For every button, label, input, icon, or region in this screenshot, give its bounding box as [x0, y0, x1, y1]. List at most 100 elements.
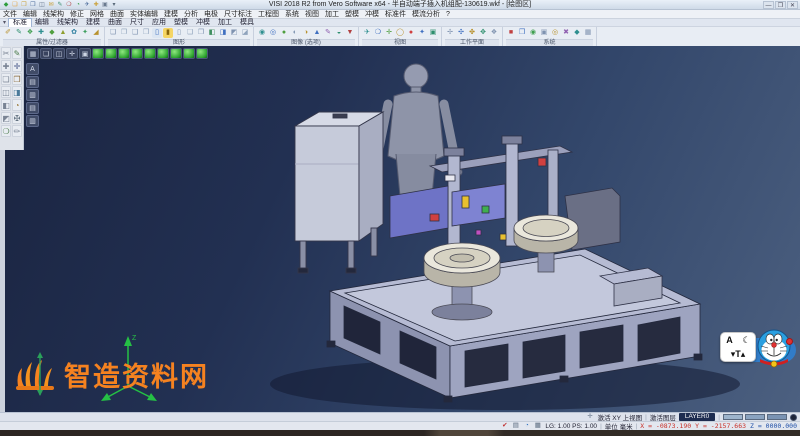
menu-item[interactable]: 标准件: [382, 10, 409, 19]
quick-access-icon[interactable]: ✚: [92, 1, 100, 9]
ribbon-icon[interactable]: ✣: [456, 28, 466, 38]
quick-access-icon[interactable]: ◫: [38, 1, 46, 9]
viewport-side-button[interactable]: A: [26, 63, 39, 75]
menu-item[interactable]: 工程图: [255, 10, 282, 19]
view-orientation-button[interactable]: ✛: [66, 48, 78, 59]
ribbon-tab[interactable]: 编辑: [31, 19, 53, 27]
ribbon-icon[interactable]: ▦: [583, 28, 593, 38]
ribbon-icon[interactable]: ✖: [561, 28, 571, 38]
quick-access-icon[interactable]: ❍: [65, 1, 73, 9]
ribbon-icon[interactable]: ◒: [334, 28, 344, 38]
left-toolbar-icon[interactable]: ✎: [12, 47, 22, 59]
menu-item[interactable]: 文件: [0, 10, 20, 19]
ribbon-icon[interactable]: ❖: [25, 28, 35, 38]
menu-item[interactable]: 建模: [161, 10, 181, 19]
quick-access-icon[interactable]: ✉: [47, 1, 55, 9]
left-toolbar-icon[interactable]: ❍: [1, 125, 11, 137]
window-control-button[interactable]: ❐: [775, 1, 786, 9]
left-toolbar-icon[interactable]: ❏: [1, 73, 11, 85]
active-layer-badge[interactable]: LAYER0: [679, 413, 715, 421]
ribbon-icon[interactable]: ❏: [108, 28, 118, 38]
ribbon-icon[interactable]: ✎: [323, 28, 333, 38]
view-orientation-button[interactable]: ❏: [40, 48, 52, 59]
quick-access-icon[interactable]: ❐: [20, 1, 28, 9]
view-orientation-button[interactable]: [118, 48, 130, 59]
view-orientation-button[interactable]: ◫: [53, 48, 65, 59]
ribbon-tab[interactable]: 塑模: [170, 19, 192, 27]
menu-item[interactable]: 视图: [302, 10, 322, 19]
ribbon-icon[interactable]: ◩: [229, 28, 239, 38]
ribbon-tab[interactable]: 标准: [9, 19, 31, 27]
left-toolbar-icon[interactable]: ◩: [1, 112, 11, 124]
render-mode-icon[interactable]: [790, 414, 797, 421]
view-orientation-button[interactable]: [196, 48, 208, 59]
menu-item[interactable]: 电极: [201, 10, 221, 19]
quick-access-icon[interactable]: ❒: [29, 1, 37, 9]
menu-item[interactable]: 线架构: [40, 10, 67, 19]
menu-item[interactable]: 尺寸标注: [221, 10, 255, 19]
ribbon-icon[interactable]: ▯: [152, 28, 162, 38]
ribbon-icon[interactable]: ◐: [290, 28, 300, 38]
ribbon-tab[interactable]: 线架构: [53, 19, 82, 27]
quick-access-icon[interactable]: ◆: [2, 1, 10, 9]
ribbon-icon[interactable]: ❑: [130, 28, 140, 38]
menu-item[interactable]: 系统: [282, 10, 302, 19]
ribbon-icon[interactable]: ●: [279, 28, 289, 38]
viewport-side-button[interactable]: ▥: [26, 115, 39, 127]
viewport-side-button[interactable]: ▤: [26, 76, 39, 88]
3d-viewport[interactable]: Z ▦❏◫✛▣ A▤▥▤▥ 智造资料网: [0, 46, 800, 412]
ribbon-tab[interactable]: 冲模: [192, 19, 214, 27]
left-toolbar-icon[interactable]: ✏: [12, 125, 22, 137]
ribbon-icon[interactable]: ❖: [489, 28, 499, 38]
ribbon-icon[interactable]: ✐: [3, 28, 13, 38]
view-orientation-button[interactable]: [92, 48, 104, 59]
ribbon-icon[interactable]: ✢: [445, 28, 455, 38]
ribbon-icon[interactable]: ◨: [218, 28, 228, 38]
quick-access-icon[interactable]: ▣: [101, 1, 109, 9]
ribbon-icon[interactable]: ◪: [240, 28, 250, 38]
ribbon-icon[interactable]: ▯: [174, 28, 184, 38]
view-orientation-button[interactable]: [144, 48, 156, 59]
status-icon[interactable]: ✔: [500, 422, 509, 430]
menu-item[interactable]: ?: [443, 10, 453, 19]
menu-item[interactable]: 编辑: [20, 10, 40, 19]
viewport-side-button[interactable]: ▤: [26, 102, 39, 114]
viewport-side-button[interactable]: ▥: [26, 89, 39, 101]
menu-item[interactable]: 加工: [322, 10, 342, 19]
ribbon-icon[interactable]: ❐: [119, 28, 129, 38]
left-toolbar-icon[interactable]: ◫: [1, 86, 11, 98]
chevron-down-icon[interactable]: ▾: [0, 19, 9, 26]
ribbon-icon[interactable]: ▼: [345, 28, 355, 38]
ribbon-icon[interactable]: ✤: [467, 28, 477, 38]
ribbon-icon[interactable]: ◯: [395, 28, 405, 38]
left-toolbar-icon[interactable]: ✠: [12, 112, 22, 124]
ime-status-dot[interactable]: [786, 338, 793, 345]
ribbon-icon[interactable]: ▣: [428, 28, 438, 38]
view-orientation-button[interactable]: [131, 48, 143, 59]
ribbon-icon[interactable]: ✈: [362, 28, 372, 38]
menu-item[interactable]: 分析: [181, 10, 201, 19]
left-toolbar-icon[interactable]: ✂: [1, 47, 11, 59]
left-toolbar-icon[interactable]: ❒: [12, 73, 22, 85]
window-control-button[interactable]: —: [763, 1, 774, 9]
window-control-button[interactable]: ✕: [787, 1, 798, 9]
left-toolbar-icon[interactable]: ◨: [12, 86, 22, 98]
quick-access-icon[interactable]: ❏: [11, 1, 19, 9]
menu-item[interactable]: 塑模: [342, 10, 362, 19]
text-size-button[interactable]: ▾T▴: [731, 349, 746, 360]
ribbon-tab[interactable]: 加工: [214, 19, 236, 27]
ribbon-icon[interactable]: ◆: [572, 28, 582, 38]
ribbon-icon[interactable]: ❒: [141, 28, 151, 38]
menu-item[interactable]: 修正: [67, 10, 87, 19]
ribbon-tab[interactable]: 尺寸: [126, 19, 148, 27]
ribbon-icon[interactable]: ❒: [517, 28, 527, 38]
ribbon-icon[interactable]: ✦: [417, 28, 427, 38]
ribbon-icon[interactable]: ◎: [268, 28, 278, 38]
ribbon-icon[interactable]: ◑: [301, 28, 311, 38]
moon-icon[interactable]: ☾: [742, 335, 750, 346]
left-toolbar-icon[interactable]: ✛: [12, 60, 22, 72]
left-toolbar-icon[interactable]: ✚: [1, 60, 11, 72]
ribbon-icon[interactable]: ◆: [47, 28, 57, 38]
ribbon-tab[interactable]: 建模: [82, 19, 104, 27]
menu-item[interactable]: 实体编辑: [127, 10, 161, 19]
